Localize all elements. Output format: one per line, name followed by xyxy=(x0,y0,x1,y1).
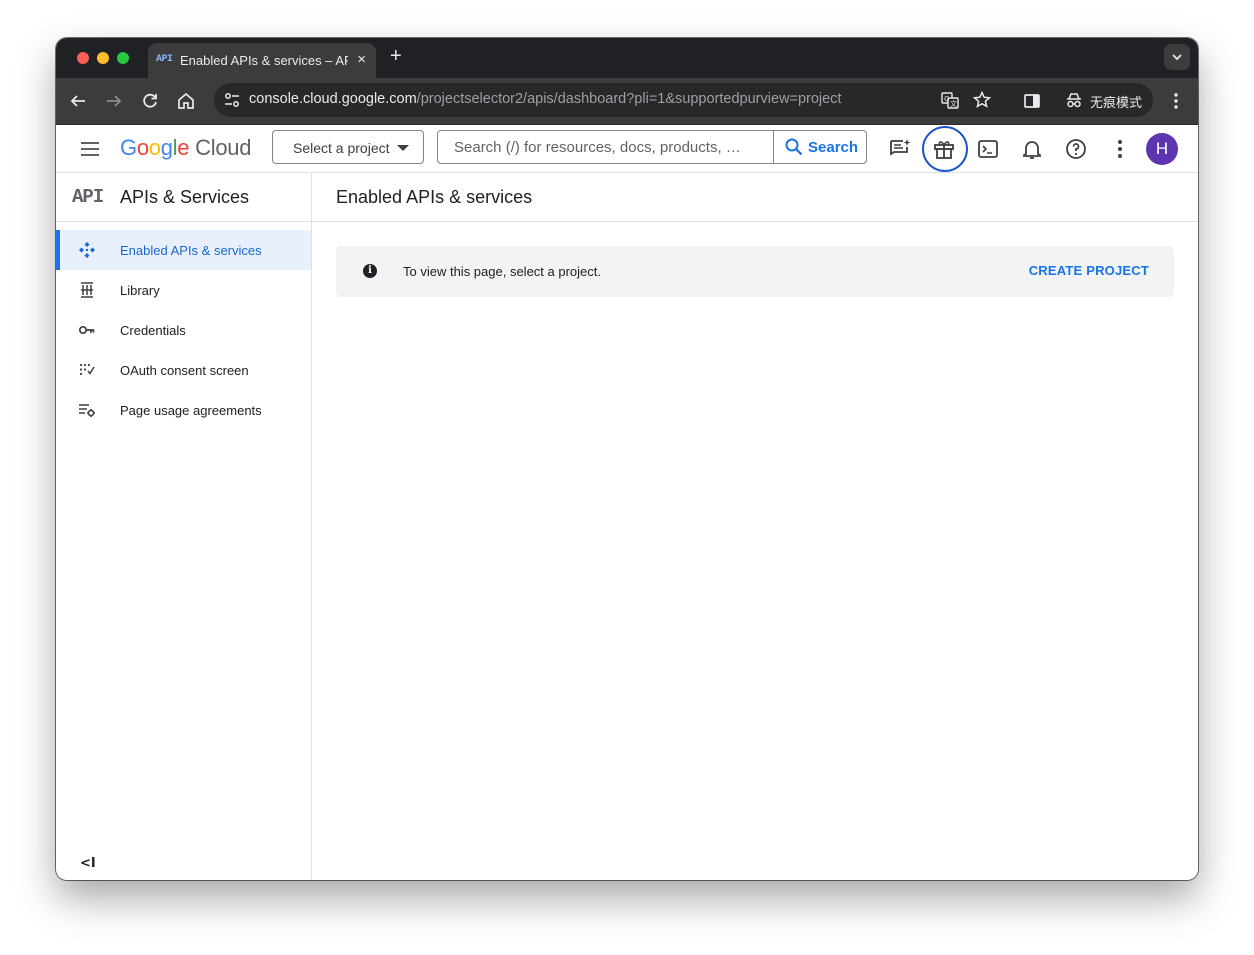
collapse-sidebar-button[interactable]: <I xyxy=(80,856,96,871)
sidebar-item-label: Enabled APIs & services xyxy=(120,243,262,258)
search-bar: Search xyxy=(437,130,867,164)
new-tab-button[interactable]: + xyxy=(390,45,402,68)
tab-strip: API Enabled APIs & services – APIs & Ser… xyxy=(56,38,1198,78)
logo-letter-4: g xyxy=(160,135,173,160)
incognito-label: 无痕模式 xyxy=(1090,95,1143,110)
bookmark-star-icon[interactable] xyxy=(972,90,992,110)
sidebar-item-label: Page usage agreements xyxy=(120,403,262,418)
logo-letter-2: o xyxy=(136,135,149,160)
sidebar-item-enabled-apis[interactable]: Enabled APIs & services xyxy=(56,230,311,270)
main-content: Enabled APIs & services i To view this p… xyxy=(312,173,1198,880)
select-project-notice: i To view this page, select a project. C… xyxy=(336,246,1174,297)
back-arrow-icon[interactable] xyxy=(67,90,89,112)
project-selector-label: Select a project xyxy=(293,140,390,156)
sidebar-item-library[interactable]: Library xyxy=(56,270,311,310)
notifications-icon[interactable] xyxy=(1020,137,1044,161)
sidebar-title: APIs & Services xyxy=(120,187,250,207)
cloud-shell-icon[interactable] xyxy=(976,137,1000,161)
oauth-grid-icon xyxy=(79,363,95,376)
url-host: console.cloud.google.com xyxy=(249,91,417,107)
chevron-down-icon xyxy=(1172,54,1182,61)
home-icon[interactable] xyxy=(175,90,197,112)
library-icon xyxy=(81,282,93,298)
tab-close-icon[interactable]: × xyxy=(357,51,366,68)
account-avatar[interactable]: H xyxy=(1146,133,1178,165)
feedback-icon[interactable] xyxy=(888,137,912,161)
more-vert-icon[interactable] xyxy=(1108,137,1132,161)
browser-toolbar: console.cloud.google.com/projectselector… xyxy=(56,78,1198,125)
dropdown-caret-icon xyxy=(397,145,409,151)
notice-message: To view this page, select a project. xyxy=(403,264,601,279)
search-input[interactable] xyxy=(438,131,772,163)
search-button[interactable]: Search xyxy=(773,131,867,163)
translate-icon[interactable]: G 文 xyxy=(940,90,960,110)
sidebar-item-credentials[interactable]: Credentials xyxy=(56,310,311,350)
svg-text:文: 文 xyxy=(950,99,957,108)
svg-text:G: G xyxy=(944,95,949,103)
incognito-badge[interactable]: 无痕模式 xyxy=(1055,83,1153,117)
api-dashboard-icon xyxy=(79,242,95,258)
page-title: Enabled APIs & services xyxy=(336,187,533,207)
maximize-window-button[interactable] xyxy=(117,52,129,64)
sidebar-header: API APIs & Services xyxy=(56,173,311,222)
close-window-button[interactable] xyxy=(77,52,89,64)
logo-letter-6: e xyxy=(177,135,190,160)
tab-search-button[interactable] xyxy=(1164,44,1190,70)
sidebar-item-oauth-consent[interactable]: OAuth consent screen xyxy=(56,350,311,390)
sidebar-item-label: Credentials xyxy=(120,323,186,338)
create-project-button[interactable]: CREATE PROJECT xyxy=(1029,263,1149,278)
api-favicon-icon: API xyxy=(156,54,173,65)
api-logo-icon: API xyxy=(72,186,104,208)
reload-icon[interactable] xyxy=(139,90,161,112)
address-bar[interactable]: console.cloud.google.com/projectselector… xyxy=(214,83,1104,117)
main-header: Enabled APIs & services xyxy=(312,173,1198,222)
sidebar-item-label: OAuth consent screen xyxy=(120,363,249,378)
gift-icon[interactable] xyxy=(932,137,956,161)
settings-list-icon xyxy=(79,404,95,417)
side-panel-icon[interactable] xyxy=(1021,90,1043,112)
url-path: /projectselector2/apis/dashboard?pli=1&s… xyxy=(416,91,842,107)
key-icon xyxy=(78,325,95,335)
incognito-icon xyxy=(1067,93,1081,108)
console-header: Google Cloud Select a project Search (/)… xyxy=(56,125,1198,173)
project-selector-button[interactable]: Select a project xyxy=(272,130,424,164)
url-text: console.cloud.google.com/projectselector… xyxy=(249,91,841,107)
help-icon[interactable] xyxy=(1064,137,1088,161)
site-info-icon[interactable] xyxy=(222,90,242,110)
browser-tab-active[interactable]: API Enabled APIs & services – APIs & Ser… xyxy=(148,43,376,78)
browser-menu-icon[interactable] xyxy=(1165,90,1187,112)
sidebar-item-label: Library xyxy=(120,283,160,298)
logo-letter-1: G xyxy=(120,135,137,160)
logo-letter-3: o xyxy=(148,135,161,160)
info-icon: i xyxy=(363,264,377,278)
browser-window: API Enabled APIs & services – APIs & Ser… xyxy=(56,38,1198,880)
logo-product: Cloud xyxy=(195,135,252,160)
sidebar: API APIs & Services Enabled APIs & servi… xyxy=(56,173,312,880)
tab-title: Enabled APIs & services – APIs & Service… xyxy=(180,53,348,68)
sidebar-item-page-usage[interactable]: Page usage agreements xyxy=(56,390,311,430)
menu-icon[interactable] xyxy=(80,140,100,158)
search-button-label: Search xyxy=(808,139,859,156)
google-cloud-logo[interactable]: Google Cloud xyxy=(120,135,251,161)
forward-arrow-icon[interactable] xyxy=(103,90,125,112)
search-icon xyxy=(785,138,803,156)
minimize-window-button[interactable] xyxy=(97,52,109,64)
